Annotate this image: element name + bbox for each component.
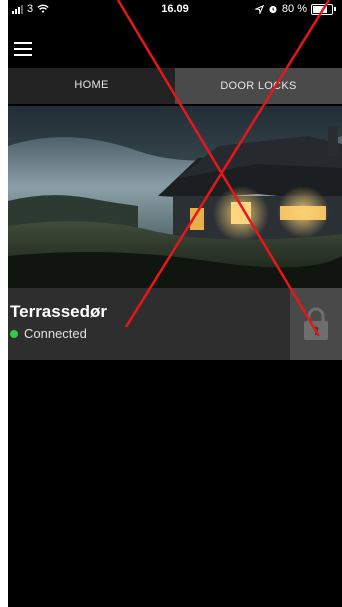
house-photo — [8, 106, 342, 288]
status-text: Connected — [24, 326, 87, 341]
tab-bar: HOME DOOR LOCKS — [8, 68, 342, 104]
battery-percent: 80 % — [281, 3, 307, 15]
app-header — [8, 20, 342, 68]
lock-toggle-button[interactable] — [290, 288, 342, 360]
location-arrow-icon — [254, 4, 264, 14]
battery-tip — [334, 7, 336, 11]
connection-status: Connected — [10, 326, 87, 341]
padlock-icon — [304, 307, 328, 340]
lock-name: Terrassedør — [10, 302, 108, 321]
tab-home[interactable]: HOME — [8, 68, 175, 104]
phone-screen: 3 16.09 80 % HOME DOOR LOCKS Terrassedør… — [8, 0, 342, 607]
battery-icon — [311, 3, 333, 15]
tab-door-locks[interactable]: DOOR LOCKS — [175, 68, 342, 104]
status-right: 80 % — [254, 3, 336, 15]
door-lock-card[interactable]: Terrassedør Connected — [8, 288, 342, 360]
alarm-icon — [269, 5, 277, 14]
status-bar: 3 16.09 80 % — [8, 0, 342, 20]
status-dot-icon — [10, 329, 18, 338]
house-photo-illustration — [8, 106, 342, 288]
page: 3 16.09 80 % HOME DOOR LOCKS Terrassedør… — [0, 0, 342, 607]
hamburger-menu-icon[interactable] — [14, 42, 32, 56]
